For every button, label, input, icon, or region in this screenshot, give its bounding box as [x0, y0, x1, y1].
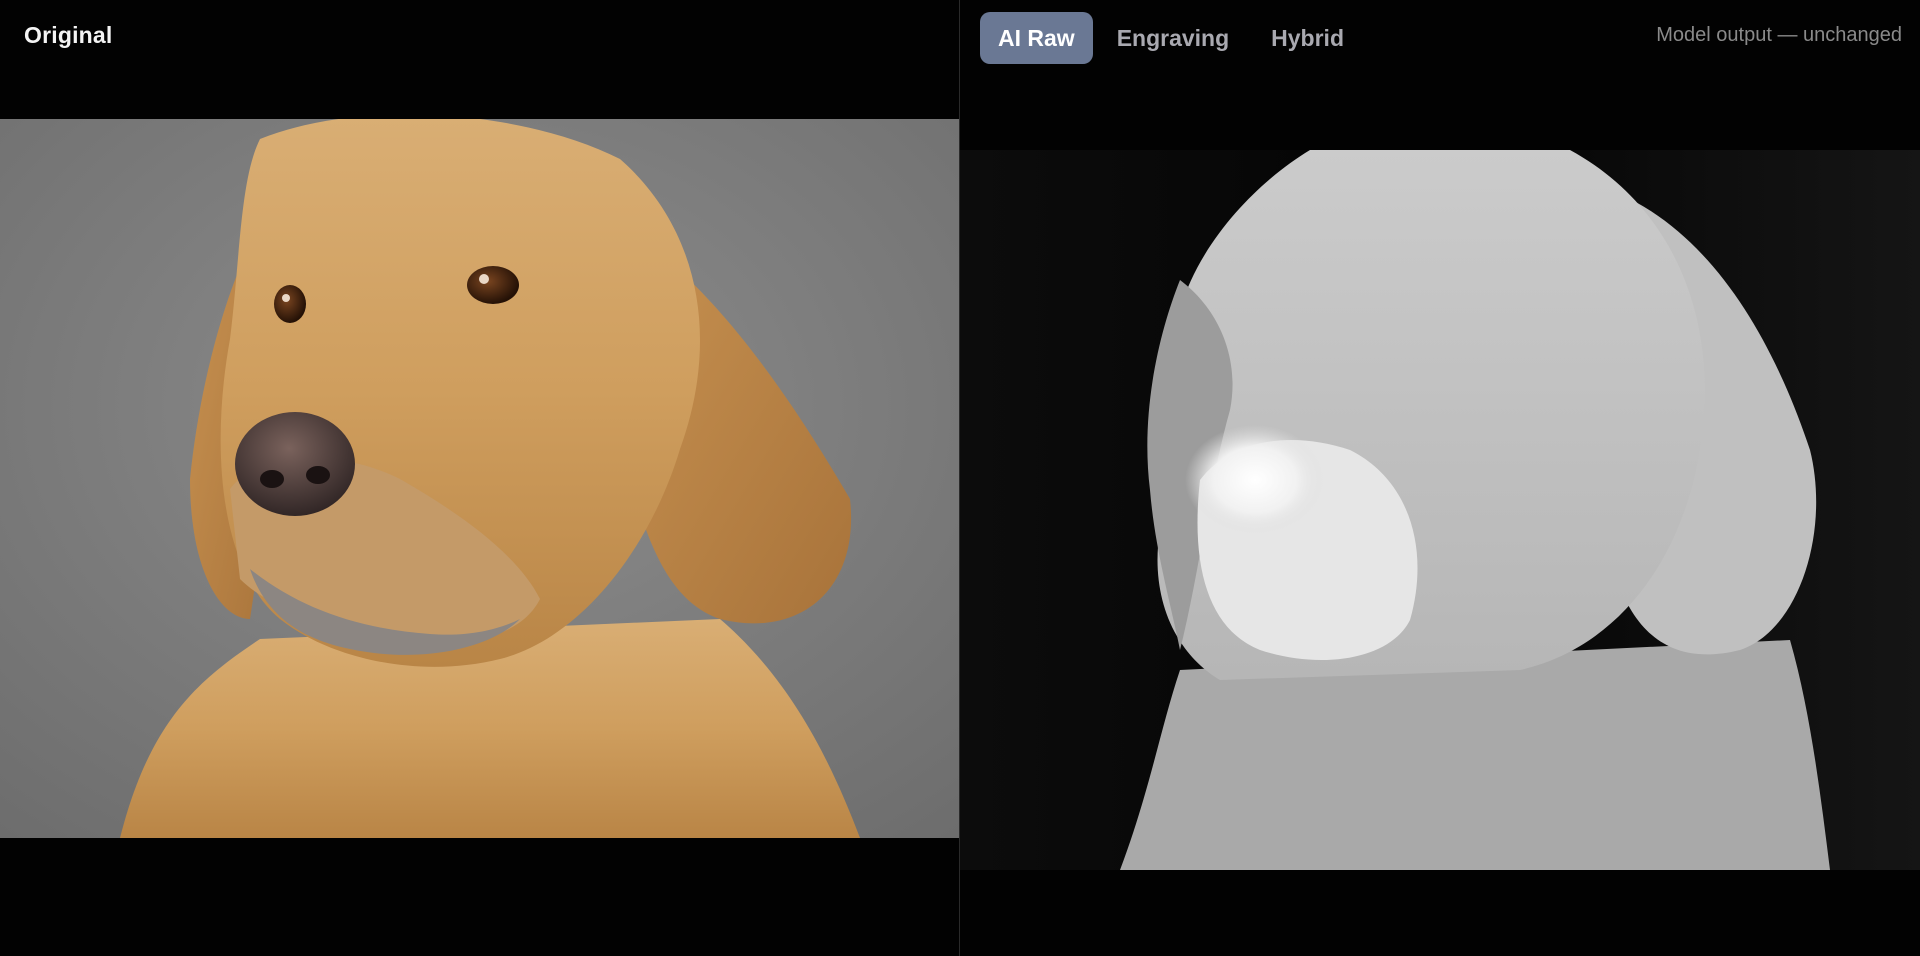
tab-ai-raw[interactable]: AI Raw	[980, 12, 1093, 64]
original-pane: Original	[0, 0, 959, 956]
tab-hybrid[interactable]: Hybrid	[1253, 12, 1362, 64]
output-pane: AI Raw Engraving Hybrid Model output — u…	[960, 0, 1920, 956]
original-dog-image	[0, 119, 959, 838]
mode-tabs: AI Raw Engraving Hybrid	[980, 12, 1368, 64]
status-text: Model output — unchanged	[1656, 24, 1902, 46]
original-title: Original	[24, 22, 113, 48]
depth-map-image	[960, 150, 1920, 870]
tab-engraving[interactable]: Engraving	[1099, 12, 1247, 64]
